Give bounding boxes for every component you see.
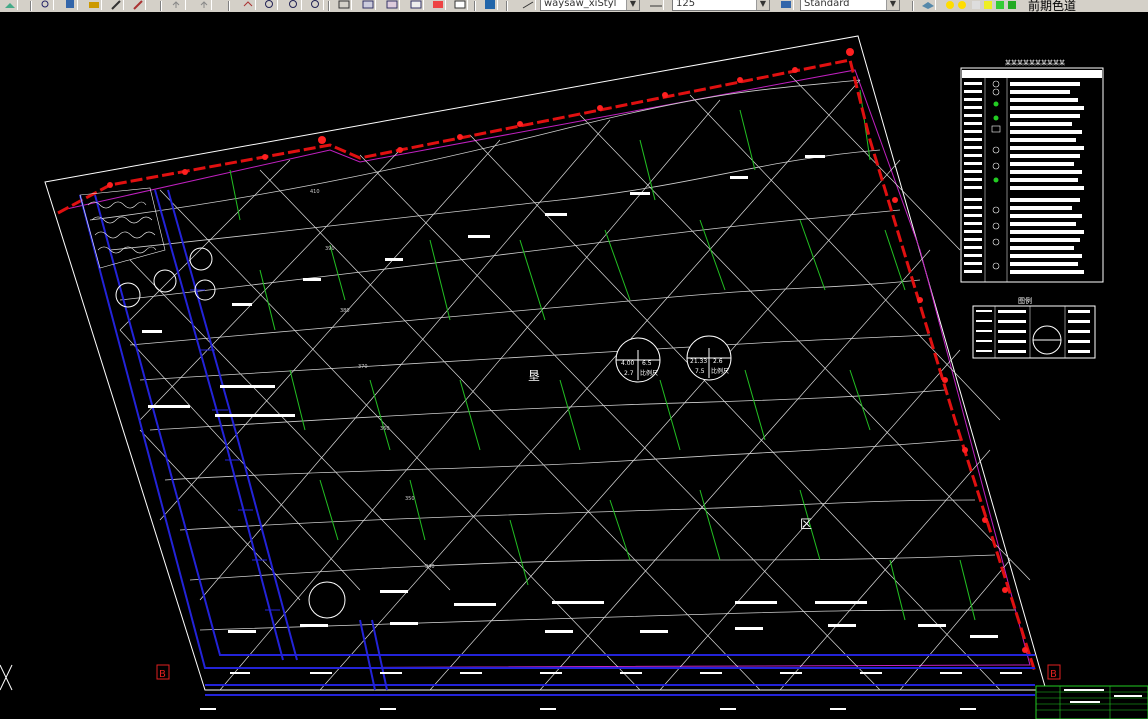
zoom-window-icon[interactable] [286, 0, 302, 10]
contour-label: 340 [425, 564, 435, 570]
site-plan-drawing[interactable]: 4.00 6.5 2.7 比例尺 21.33 2.6 7.5 比例尺 垦 区 4… [0, 12, 1148, 719]
calculator-icon[interactable] [452, 0, 468, 10]
drawing-canvas[interactable]: 4.00 6.5 2.7 比例尺 21.33 2.6 7.5 比例尺 垦 区 4… [0, 12, 1148, 719]
ucs-crosshair-icon [0, 664, 13, 691]
info-circle-1-br: 比例尺 [640, 369, 658, 377]
info-circle-1-tr: 6.5 [642, 360, 652, 367]
toolbar-separator [506, 1, 508, 11]
print-icon[interactable] [86, 0, 102, 10]
toolbar-separator [912, 1, 914, 11]
magenta-boundary [61, 69, 1031, 669]
match-properties-icon[interactable] [130, 0, 146, 10]
vegetation-hatch [79, 187, 166, 269]
info-circle-1-bl: 2.7 [624, 370, 634, 377]
toolbar-separator [30, 1, 32, 11]
contour-label: 390 [325, 246, 335, 252]
tool-palettes-icon[interactable] [384, 0, 400, 10]
info-circle-2-tl: 21.33 [690, 358, 707, 365]
info-circle-2-br: 比例尺 [711, 367, 729, 375]
markup-icon[interactable] [430, 0, 446, 10]
section-marker-left: B [159, 669, 166, 680]
toolbar-separator [328, 1, 330, 11]
section-marker-right: B [1050, 669, 1057, 680]
pan-icon[interactable] [240, 0, 256, 10]
layer-state-icons[interactable] [942, 0, 1022, 10]
toolbar-separator [160, 1, 162, 11]
diagonal-grid [119, 74, 1031, 691]
help-icon[interactable] [482, 0, 498, 10]
chevron-down-icon[interactable]: ▼ [886, 0, 899, 10]
region-label-2: 区 [800, 517, 812, 531]
sheet-set-icon[interactable] [408, 0, 424, 10]
text-style-icon [520, 0, 536, 10]
brush-icon[interactable] [108, 0, 124, 10]
dim-style-combo[interactable]: 125 ▼ [672, 0, 770, 11]
text-style-combo[interactable]: waysaw_xiStyl ▼ [540, 0, 640, 11]
legend-table-title: 某某某某某某某某某某 [1005, 60, 1065, 67]
info-circle-1: 4.00 6.5 2.7 比例尺 [615, 337, 661, 383]
region-label-1: 垦 [528, 369, 540, 383]
table-style-combo[interactable]: Standard ▼ [800, 0, 900, 11]
bottom-label-row [200, 672, 1022, 710]
blue-road-ticks [190, 289, 280, 611]
title-block [1035, 685, 1148, 719]
chevron-down-icon[interactable]: ▼ [756, 0, 769, 10]
info-circle-2: 21.33 2.6 7.5 比例尺 [686, 335, 732, 381]
toolbar-separator [474, 1, 476, 11]
legend-table: 某某某某某某某某某某 [960, 60, 1104, 283]
contour-label: 370 [358, 364, 368, 370]
symbol-legend-title: 图例 [1018, 296, 1032, 305]
layer-manager-icon[interactable] [920, 0, 936, 10]
contour-label: 380 [340, 308, 350, 314]
find-icon[interactable] [38, 0, 54, 10]
contour-label: 350 [405, 496, 415, 502]
contour-label: 360 [380, 426, 390, 432]
zoom-previous-icon[interactable] [308, 0, 324, 10]
zoom-realtime-icon[interactable] [262, 0, 278, 10]
annotation-circles [115, 247, 346, 619]
red-markers [107, 48, 1028, 653]
design-center-icon[interactable] [360, 0, 376, 10]
contour-label-group: 410 390 380 370 360 350 340 [310, 189, 435, 570]
info-circle-2-bl: 7.5 [695, 368, 705, 375]
save-icon[interactable] [62, 0, 78, 10]
toolbar-separator [228, 1, 230, 11]
chevron-down-icon[interactable]: ▼ [626, 0, 639, 10]
symbol-legend: 图例 [972, 296, 1096, 359]
green-grid-lines [229, 89, 976, 621]
info-circle-1-tl: 4.00 [621, 360, 635, 367]
table-style-icon [778, 0, 794, 10]
dim-style-icon [648, 0, 664, 10]
contour-label: 410 [310, 189, 320, 195]
layers-icon[interactable] [2, 0, 18, 10]
blue-roads [79, 189, 1035, 696]
undo-icon[interactable] [170, 0, 186, 10]
info-circle-2-tr: 2.6 [713, 358, 723, 365]
properties-icon[interactable] [336, 0, 352, 10]
redo-icon[interactable] [196, 0, 212, 10]
